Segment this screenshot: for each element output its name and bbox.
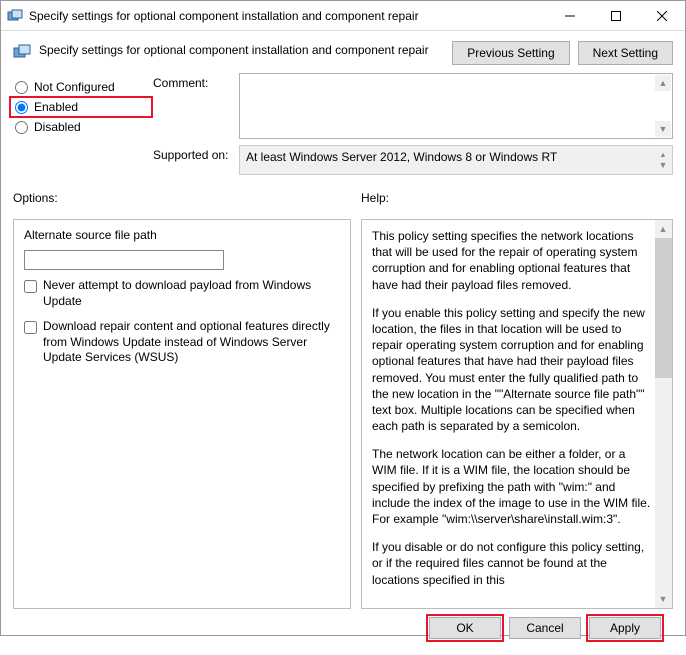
disabled-radio[interactable] — [15, 121, 28, 134]
alt-source-input[interactable] — [24, 250, 224, 270]
help-heading: Help: — [361, 191, 389, 205]
help-paragraph: If you enable this policy setting and sp… — [372, 305, 652, 435]
not-configured-radio[interactable] — [15, 81, 28, 94]
help-paragraph: If you disable or do not configure this … — [372, 539, 652, 588]
policy-icon — [13, 43, 31, 61]
maximize-button[interactable] — [593, 1, 639, 31]
options-heading: Options: — [13, 191, 361, 205]
cancel-button[interactable]: Cancel — [509, 617, 581, 639]
scroll-down-icon[interactable]: ▼ — [655, 157, 671, 173]
help-panel: This policy setting specifies the networ… — [361, 219, 673, 609]
not-configured-label[interactable]: Not Configured — [34, 80, 115, 94]
highlight-box — [9, 96, 153, 118]
previous-setting-button[interactable]: Previous Setting — [452, 41, 569, 65]
scrollbar-thumb[interactable] — [655, 238, 672, 378]
scroll-up-icon[interactable]: ▲ — [655, 221, 671, 237]
scroll-up-icon[interactable]: ▲ — [655, 75, 671, 91]
scrollbar[interactable]: ▲ ▼ — [655, 220, 672, 608]
policy-title: Specify settings for optional component … — [39, 41, 444, 57]
apply-button[interactable]: Apply — [589, 617, 661, 639]
disabled-label[interactable]: Disabled — [34, 120, 81, 134]
scroll-down-icon[interactable]: ▼ — [655, 591, 671, 607]
enabled-radio[interactable] — [15, 101, 28, 114]
app-icon — [7, 8, 23, 24]
supported-label: Supported on: — [153, 145, 231, 175]
window-title: Specify settings for optional component … — [29, 9, 547, 23]
comment-textarea[interactable]: ▲ ▼ — [239, 73, 673, 139]
enabled-label[interactable]: Enabled — [34, 100, 78, 114]
download-repair-label[interactable]: Download repair content and optional fea… — [43, 319, 340, 366]
minimize-button[interactable] — [547, 1, 593, 31]
help-paragraph: This policy setting specifies the networ… — [372, 228, 652, 293]
help-paragraph: The network location can be either a fol… — [372, 446, 652, 527]
alt-source-label: Alternate source file path — [24, 228, 340, 242]
supported-on-box: At least Windows Server 2012, Windows 8 … — [239, 145, 673, 175]
close-button[interactable] — [639, 1, 685, 31]
next-setting-button[interactable]: Next Setting — [578, 41, 673, 65]
ok-button[interactable]: OK — [429, 617, 501, 639]
download-repair-checkbox[interactable] — [24, 321, 37, 334]
never-download-label[interactable]: Never attempt to download payload from W… — [43, 278, 340, 309]
options-panel: Alternate source file path Never attempt… — [13, 219, 351, 609]
supported-on-text: At least Windows Server 2012, Windows 8 … — [246, 150, 557, 164]
comment-label: Comment: — [153, 73, 231, 139]
never-download-checkbox[interactable] — [24, 280, 37, 293]
scroll-down-icon[interactable]: ▼ — [655, 121, 671, 137]
